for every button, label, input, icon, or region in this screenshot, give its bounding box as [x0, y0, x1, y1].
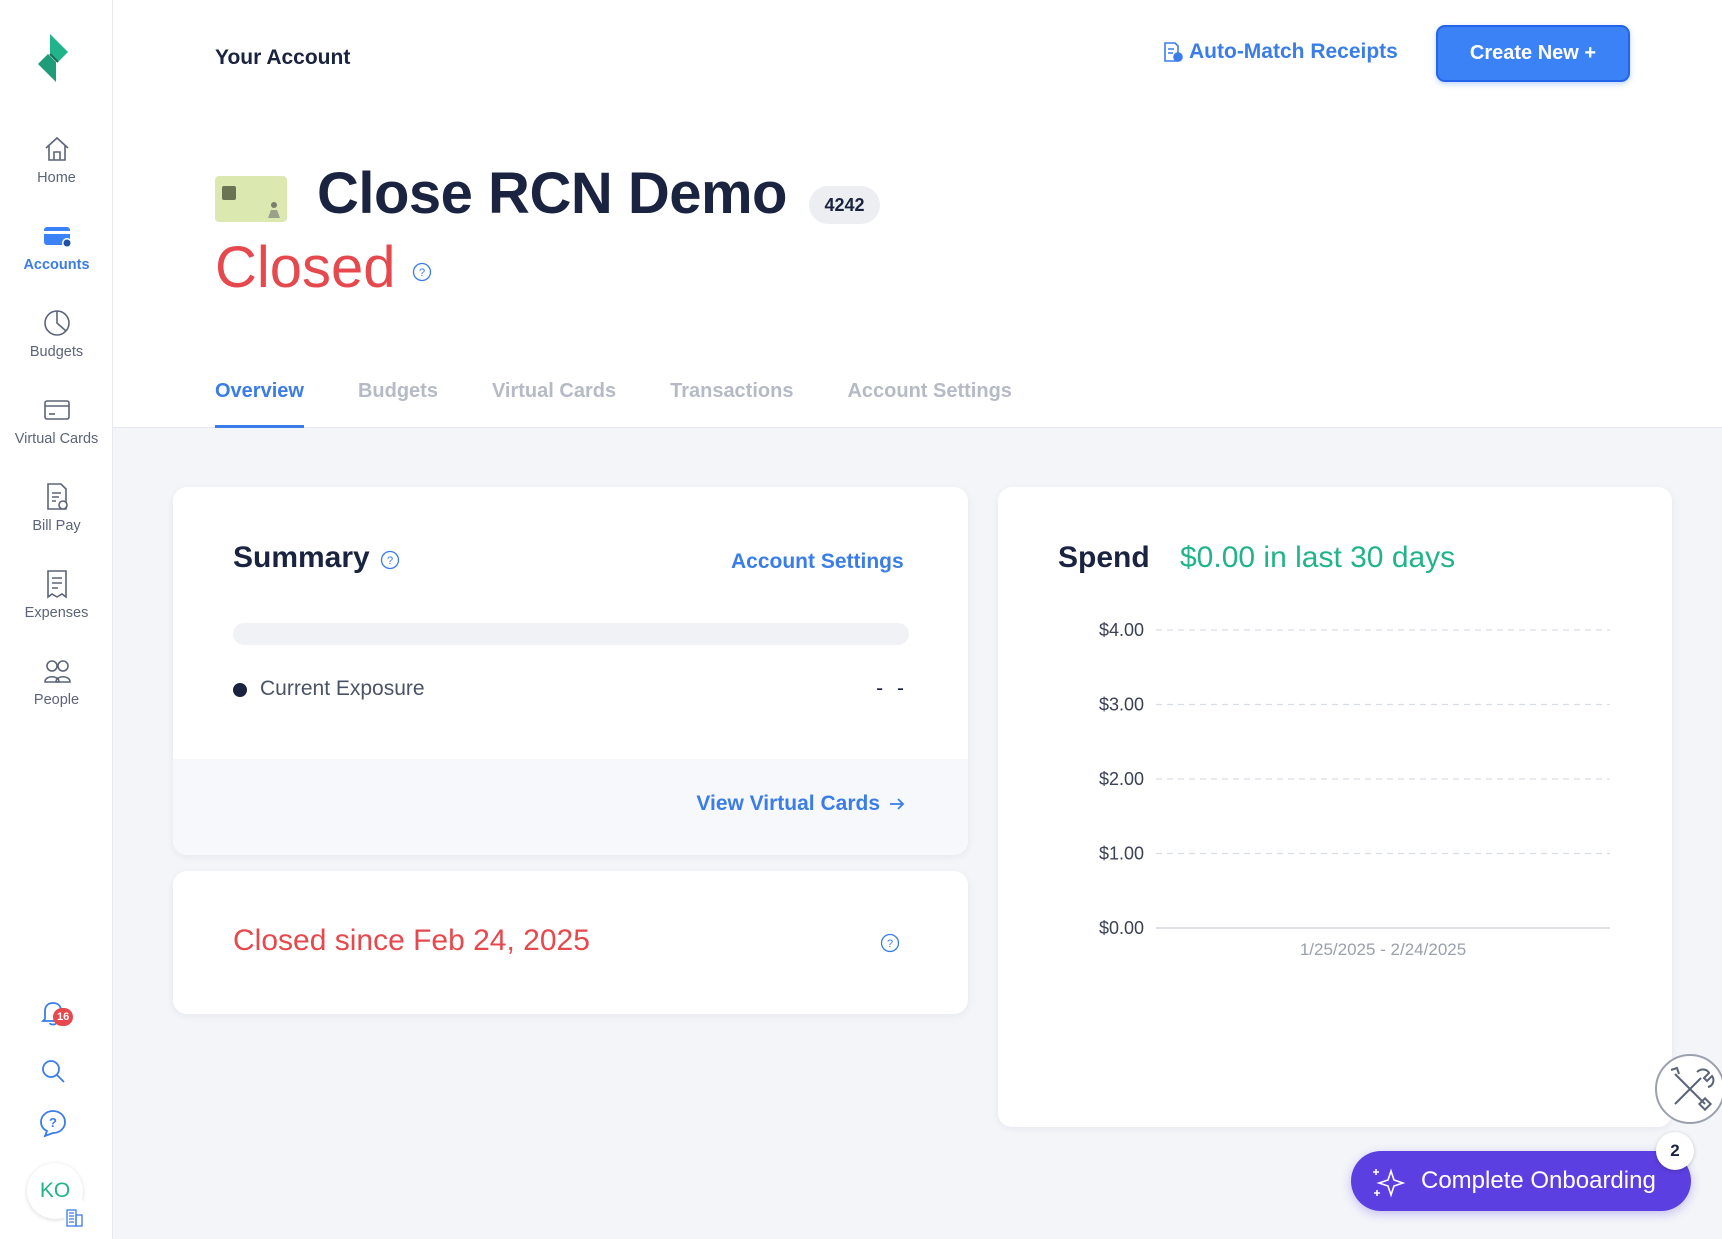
summary-card: Summary ? Account Settings Current Expos… — [173, 487, 968, 855]
y-tick-label: $2.00 — [1099, 769, 1144, 789]
onboarding-count-badge: 2 — [1656, 1132, 1694, 1170]
notifications-badge: 16 — [53, 1008, 74, 1026]
help-chat-icon: ? — [40, 1110, 66, 1138]
sidebar-item-label: Bill Pay — [32, 518, 81, 534]
search-icon — [42, 1060, 65, 1083]
help-chat-button[interactable]: ? — [37, 1107, 69, 1139]
auto-match-receipts-button[interactable]: Auto-Match Receipts — [1163, 40, 1398, 64]
tab-account-settings[interactable]: Account Settings — [847, 374, 1011, 428]
pie-chart-icon — [43, 310, 70, 336]
spend-amount: $0.00 in last 30 days — [1180, 541, 1456, 574]
tab-transactions[interactable]: Transactions — [670, 374, 793, 428]
svg-text:?: ? — [419, 267, 425, 279]
virtual-card-icon — [43, 400, 70, 420]
sidebar-item-virtual-cards[interactable]: Virtual Cards — [0, 394, 113, 447]
summary-help-icon[interactable]: ? — [380, 550, 400, 570]
exposure-label: Current Exposure — [260, 677, 425, 700]
spend-card: Spend $0.00 in last 30 days $0.00 $1.00 $2… — [998, 487, 1672, 1127]
notifications-button[interactable]: 16 — [37, 997, 74, 1029]
sidebar-item-label: Expenses — [24, 605, 89, 621]
sidebar-item-label: Virtual Cards — [14, 431, 99, 447]
closed-help-icon[interactable]: ? — [880, 933, 900, 953]
receipt-match-icon — [1164, 42, 1183, 62]
account-tabs: Overview Budgets Virtual Cards Transacti… — [215, 374, 1012, 428]
auto-match-label: Auto-Match Receipts — [1189, 40, 1398, 63]
y-tick-label: $0.00 — [1099, 918, 1144, 938]
receipt-icon — [46, 570, 67, 599]
tab-overview[interactable]: Overview — [215, 374, 304, 428]
brand-logo-icon[interactable] — [30, 30, 76, 86]
summary-footer: View Virtual Cards — [173, 759, 968, 855]
card-thumbnail — [215, 176, 287, 222]
onboarding-label: Complete Onboarding — [1421, 1167, 1656, 1194]
sidebar-item-accounts[interactable]: Accounts — [0, 220, 113, 273]
sidebar-item-label: Budgets — [29, 344, 84, 360]
spend-title: Spend — [1058, 541, 1150, 574]
card-chip-icon — [222, 186, 236, 200]
people-icon — [43, 660, 71, 683]
summary-title: Summary — [233, 541, 370, 574]
complete-onboarding-button[interactable]: Complete Onboarding — [1351, 1151, 1691, 1211]
arrow-right-icon — [890, 798, 905, 810]
sidebar-item-budgets[interactable]: Budgets — [0, 307, 113, 360]
card-icon — [43, 227, 72, 248]
exposure-progress-bar — [233, 623, 909, 645]
tools-icon — [1670, 1066, 1715, 1112]
breadcrumb: Your Account — [215, 46, 351, 69]
avatar[interactable]: KO — [27, 1163, 87, 1227]
tab-virtual-cards[interactable]: Virtual Cards — [492, 374, 616, 428]
y-tick-label: $4.00 — [1099, 620, 1144, 640]
cardholder-figure-icon — [268, 202, 280, 218]
svg-text:?: ? — [387, 555, 393, 567]
exposure-value: - - — [876, 677, 908, 700]
x-tick-label: 1/25/2025 - 2/24/2025 — [1300, 940, 1466, 959]
dev-tools-button[interactable] — [1655, 1054, 1722, 1124]
building-icon-wrapper — [61, 1197, 87, 1227]
svg-text:?: ? — [887, 938, 893, 950]
closed-status-card: Closed since Feb 24, 2025 ? — [173, 871, 968, 1014]
home-icon — [44, 136, 69, 161]
sidebar-item-people[interactable]: People — [0, 655, 113, 708]
sidebar-item-home[interactable]: Home — [0, 133, 113, 186]
create-new-button[interactable]: Create New + — [1436, 25, 1630, 82]
card-last4-badge: 4242 — [809, 186, 880, 224]
building-icon — [66, 1209, 83, 1227]
y-tick-label: $1.00 — [1099, 844, 1144, 864]
sidebar-item-label: People — [33, 692, 80, 708]
y-tick-label: $3.00 — [1099, 695, 1144, 715]
sidebar-item-label: Accounts — [23, 257, 90, 273]
page-header: Your Account Auto-Match Receipts Create … — [113, 0, 1722, 428]
status-help-icon[interactable]: ? — [412, 262, 432, 282]
spend-chart: $0.00 $1.00 $2.00 $3.00 $4.00 1/25/2025 - 2/2… — [1099, 620, 1610, 959]
account-status: Closed — [215, 235, 396, 300]
view-virtual-cards-label: View Virtual Cards — [696, 792, 880, 815]
sidebar-item-label: Home — [37, 170, 76, 186]
tab-budgets[interactable]: Budgets — [358, 374, 438, 428]
closed-since-text: Closed since Feb 24, 2025 — [233, 924, 590, 957]
sparkle-icon — [1373, 1168, 1405, 1198]
view-virtual-cards-link[interactable]: View Virtual Cards — [696, 792, 906, 816]
svg-text:?: ? — [49, 1115, 57, 1130]
account-settings-link[interactable]: Account Settings — [731, 550, 904, 574]
sidebar-item-bill-pay[interactable]: Bill Pay — [0, 481, 113, 534]
exposure-legend-dot — [233, 683, 247, 697]
search-button[interactable] — [37, 1055, 69, 1087]
sidebar-item-expenses[interactable]: Expenses — [0, 568, 113, 621]
bill-icon — [46, 483, 68, 510]
page-title: Close RCN Demo — [317, 161, 787, 226]
sidebar: Home Accounts Budgets Virtual Cards Bill… — [0, 0, 113, 1239]
